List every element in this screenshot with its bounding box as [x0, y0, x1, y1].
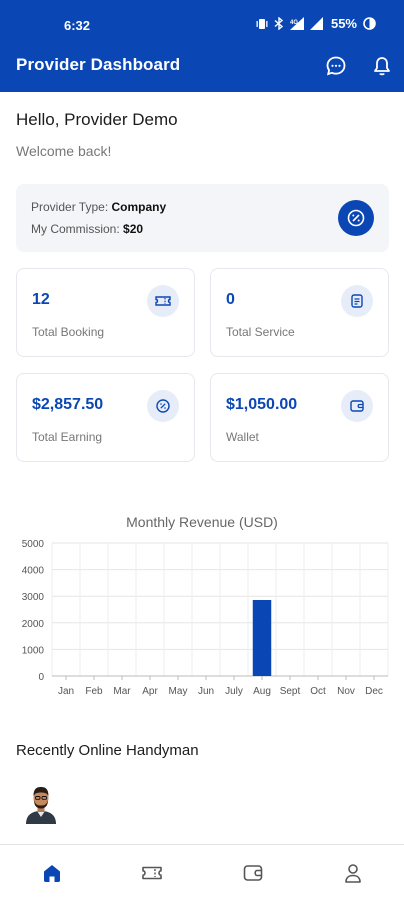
chart-y-ticks: 0 1000 2000 3000 4000 5000 — [22, 539, 45, 683]
x-tick-label: Apr — [142, 686, 158, 697]
stat-label: Wallet — [226, 430, 259, 444]
y-tick-label: 2000 — [22, 619, 45, 630]
bluetooth-icon — [274, 17, 284, 30]
ticket-icon — [147, 285, 179, 317]
percent-badge-icon — [338, 200, 374, 236]
status-bar: 6:32 4G 55% — [0, 0, 404, 50]
y-tick-label: 3000 — [22, 592, 45, 603]
nav-wallet-icon[interactable] — [241, 861, 265, 885]
total-service-card[interactable]: 0 Total Service — [210, 268, 389, 357]
battery-icon — [363, 17, 376, 30]
vibrate-icon — [256, 18, 268, 29]
x-tick-label: Oct — [310, 686, 326, 697]
monthly-revenue-chart: Monthly Revenue (USD) 0 1000 2000 3000 4000 5… — [0, 505, 404, 705]
wallet-card[interactable]: $1,050.00 Wallet — [210, 373, 389, 462]
x-tick-label: Jan — [58, 686, 74, 697]
x-tick-label: Mar — [113, 686, 131, 697]
commission-value: $20 — [123, 222, 144, 236]
provider-info-card: Provider Type: Company My Commission: $2… — [16, 184, 389, 252]
x-tick-label: May — [169, 686, 188, 697]
nav-profile-icon[interactable] — [341, 861, 365, 885]
y-tick-label: 4000 — [22, 566, 45, 577]
online-handyman-title: Recently Online Handyman — [16, 742, 199, 759]
commission-line: My Commission: $20 — [31, 222, 143, 236]
status-time: 6:32 — [64, 18, 91, 33]
chat-icon[interactable] — [324, 54, 348, 78]
x-tick-label: July — [225, 686, 243, 697]
x-tick-label: Sept — [280, 686, 301, 697]
x-tick-label: Nov — [337, 686, 355, 697]
stat-value: $2,857.50 — [32, 396, 104, 413]
avatar[interactable] — [22, 784, 60, 824]
stat-label: Total Earning — [32, 430, 103, 444]
stat-value: $1,050.00 — [226, 396, 298, 413]
x-tick-label: Dec — [365, 686, 383, 697]
x-tick-label: Jun — [198, 686, 214, 697]
stat-label: Total Service — [226, 325, 295, 339]
stat-value: 0 — [226, 291, 235, 308]
battery-text: 55% — [330, 16, 357, 31]
bell-icon[interactable] — [370, 54, 394, 78]
provider-type-value: Company — [111, 200, 167, 214]
badge-icon — [147, 390, 179, 422]
bar-aug — [252, 599, 272, 676]
provider-type-label: Provider Type: — [31, 200, 112, 214]
y-tick-label: 1000 — [22, 645, 45, 656]
provider-type-line: Provider Type: Company — [31, 200, 166, 214]
stat-label: Total Booking — [32, 325, 105, 339]
page-title: Provider Dashboard — [16, 55, 181, 74]
chart-svg: Monthly Revenue (USD) 0 1000 2000 3000 4000 5… — [22, 514, 389, 697]
chart-grid — [51, 542, 389, 677]
nav-booking-icon[interactable] — [140, 861, 164, 885]
nav-home-icon[interactable] — [40, 861, 64, 885]
total-booking-card[interactable]: 12 Total Booking — [16, 268, 195, 357]
commission-label: My Commission: — [31, 222, 124, 236]
app-bar: 6:32 4G 55% Provider Dashboard — [0, 0, 404, 92]
chart-x-ticks: Jan Feb Mar Apr May Jun July Aug Sept Oct Nov Dec — [58, 676, 383, 697]
chart-bars — [252, 599, 272, 676]
greeting-text: Hello, Provider Demo — [16, 110, 178, 129]
stat-value: 12 — [32, 291, 50, 308]
wifi-signal-icon: 4G — [289, 17, 304, 30]
x-tick-label: Aug — [253, 686, 271, 697]
y-tick-label: 0 — [38, 672, 44, 683]
x-tick-label: Feb — [85, 686, 103, 697]
welcome-text: Welcome back! — [16, 143, 112, 159]
cell-signal-icon — [309, 17, 323, 30]
chart-title: Monthly Revenue (USD) — [126, 514, 278, 530]
y-tick-label: 5000 — [22, 539, 45, 550]
document-icon — [341, 285, 373, 317]
status-icons: 4G 55% — [256, 16, 376, 31]
wallet-icon — [341, 390, 373, 422]
bottom-navigation — [0, 844, 404, 900]
total-earning-card[interactable]: $2,857.50 Total Earning — [16, 373, 195, 462]
svg-text:4G: 4G — [290, 20, 298, 26]
